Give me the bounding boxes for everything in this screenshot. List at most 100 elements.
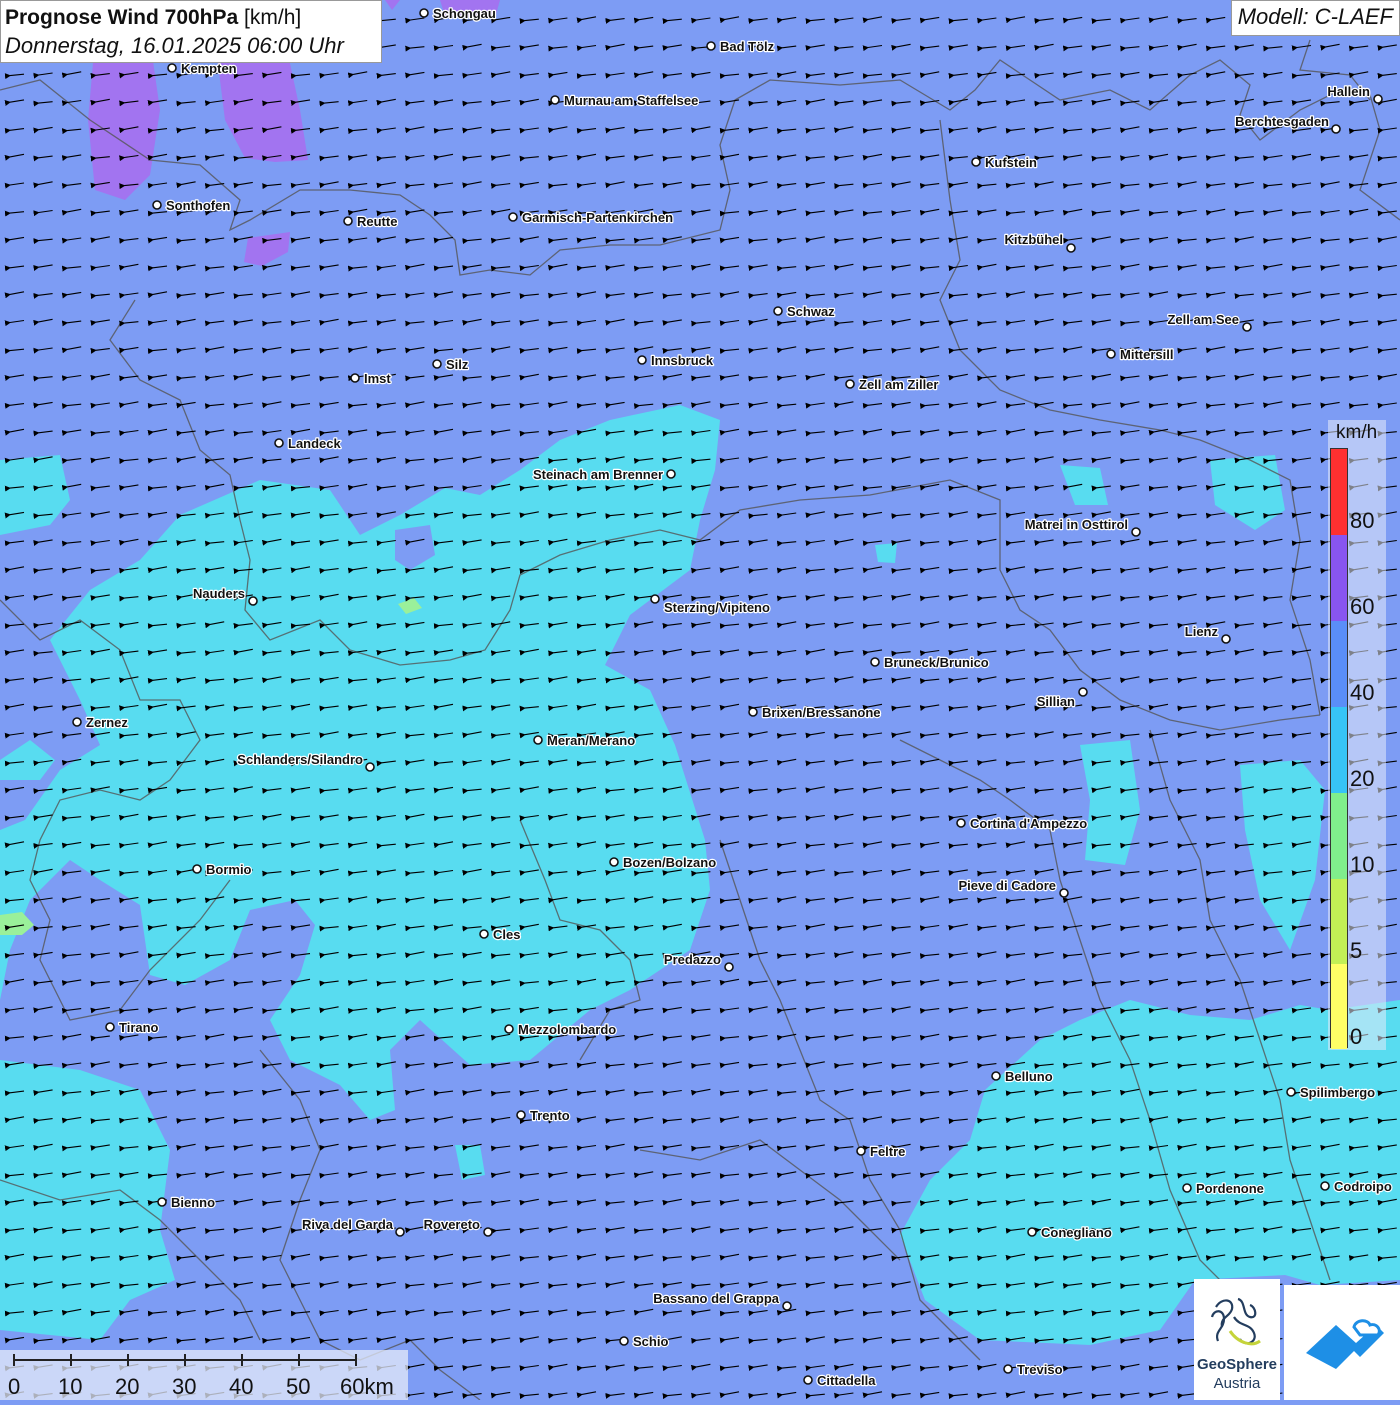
svg-text:Feltre: Feltre <box>870 1144 905 1159</box>
geosphere-emblem-icon <box>1210 1297 1261 1346</box>
scale-label-40: 40 <box>229 1374 254 1399</box>
svg-text:Conegliano: Conegliano <box>1041 1225 1112 1240</box>
legend-tick-10: 10 <box>1350 852 1375 877</box>
svg-text:Lienz: Lienz <box>1185 624 1219 639</box>
svg-text:Spilimbergo: Spilimbergo <box>1300 1085 1375 1100</box>
svg-text:Kufstein: Kufstein <box>985 155 1037 170</box>
city-bozen: Bozen/Bolzano <box>609 854 717 871</box>
svg-text:Berchtesgaden: Berchtesgaden <box>1235 114 1329 129</box>
legend-unit: km/h <box>1336 422 1378 443</box>
svg-text:Codroipo: Codroipo <box>1334 1179 1392 1194</box>
svg-text:Brixen/Bressanone: Brixen/Bressanone <box>762 705 881 720</box>
svg-text:Steinach am Brenner: Steinach am Brenner <box>533 467 663 482</box>
city-pordenone: Pordenone <box>1182 1180 1265 1197</box>
scale-label-20: 20 <box>115 1374 140 1399</box>
svg-text:Pordenone: Pordenone <box>1196 1181 1264 1196</box>
svg-text:Zell am Ziller: Zell am Ziller <box>859 377 938 392</box>
svg-text:Treviso: Treviso <box>1017 1362 1063 1377</box>
svg-text:Bormio: Bormio <box>206 862 252 877</box>
map-title-box: Prognose Wind 700hPa [km/h] Donnerstag, … <box>0 0 382 63</box>
color-legend: km/h 80 60 40 20 10 5 0 <box>1328 420 1386 1050</box>
svg-text:Tirano: Tirano <box>119 1020 159 1035</box>
svg-text:Kempten: Kempten <box>181 61 237 76</box>
legend-band-10-20 <box>1331 793 1347 879</box>
city-zell-am-ziller: Zell am Ziller <box>845 376 940 393</box>
city-spilimbergo: Spilimbergo <box>1286 1084 1376 1101</box>
partner-logo <box>1284 1285 1400 1400</box>
scale-label-10: 10 <box>58 1374 83 1399</box>
legend-tick-80: 80 <box>1350 508 1375 533</box>
geosphere-country: Austria <box>1213 1375 1261 1392</box>
city-meran: Meran/Merano <box>533 732 636 749</box>
city-garmisch: Garmisch-Partenkirchen <box>508 209 674 226</box>
svg-text:Schongau: Schongau <box>433 6 496 21</box>
svg-text:Cles: Cles <box>493 927 520 942</box>
svg-text:Predazzo: Predazzo <box>664 952 721 967</box>
title-main: Prognose Wind 700hPa <box>5 6 239 29</box>
svg-text:Mezzolombardo: Mezzolombardo <box>518 1022 616 1037</box>
city-conegliano: Conegliano <box>1027 1224 1113 1241</box>
svg-text:Pieve di Cadore: Pieve di Cadore <box>958 878 1056 893</box>
city-mezzolombardo: Mezzolombardo <box>504 1021 617 1038</box>
legend-band-80-plus <box>1331 449 1347 535</box>
city-brixen: Brixen/Bressanone <box>748 704 882 721</box>
svg-text:Garmisch-Partenkirchen: Garmisch-Partenkirchen <box>522 210 673 225</box>
svg-text:Reutte: Reutte <box>357 214 397 229</box>
svg-text:Schlanders/Silandro: Schlanders/Silandro <box>237 752 363 767</box>
geosphere-logo: GeoSphere Austria <box>1194 1279 1280 1400</box>
forecast-datetime: Donnerstag, 16.01.2025 06:00 Uhr <box>5 33 344 58</box>
svg-text:Innsbruck: Innsbruck <box>651 353 714 368</box>
legend-tick-60: 60 <box>1350 594 1375 619</box>
legend-band-5-10 <box>1331 879 1347 964</box>
legend-tick-5: 5 <box>1350 938 1363 963</box>
legend-band-60-80 <box>1331 535 1347 621</box>
svg-text:Bienno: Bienno <box>171 1195 215 1210</box>
city-bruneck: Bruneck/Brunico <box>870 654 990 671</box>
svg-text:Belluno: Belluno <box>1005 1069 1053 1084</box>
legend-band-40-60 <box>1331 621 1347 707</box>
wind-area-20-40-small-2 <box>875 543 897 563</box>
legend-tick-20: 20 <box>1350 766 1375 791</box>
legend-band-0-5 <box>1331 964 1347 1049</box>
svg-text:Cittadella: Cittadella <box>817 1373 876 1388</box>
svg-text:Matrei in Osttirol: Matrei in Osttirol <box>1025 517 1128 532</box>
svg-text:Imst: Imst <box>364 371 391 386</box>
svg-text:Bassano del Grappa: Bassano del Grappa <box>653 1291 779 1306</box>
wind-map: Schongau Bad Tölz Kempten Murnau am Staf… <box>0 0 1400 1400</box>
geosphere-name: GeoSphere <box>1196 1356 1278 1373</box>
scale-bar-line <box>13 1354 357 1366</box>
svg-text:Schio: Schio <box>633 1334 668 1349</box>
scale-bar: 0 10 20 30 40 50 60km <box>0 1350 408 1400</box>
title-unit: [km/h] <box>244 6 302 29</box>
city-cortina: Cortina d'Ampezzo <box>956 815 1088 832</box>
svg-text:Sonthofen: Sonthofen <box>166 198 230 213</box>
svg-text:Schwaz: Schwaz <box>787 304 835 319</box>
cloud-mountain-icon <box>1306 1319 1384 1369</box>
legend-band-20-40 <box>1331 707 1347 793</box>
svg-text:Zell am See: Zell am See <box>1167 312 1239 327</box>
scale-label-0: 0 <box>8 1374 21 1399</box>
svg-text:Sillian: Sillian <box>1037 694 1075 709</box>
legend-tick-40: 40 <box>1350 680 1375 705</box>
svg-text:Meran/Merano: Meran/Merano <box>547 733 635 748</box>
svg-text:Murnau am Staffelsee: Murnau am Staffelsee <box>564 93 698 108</box>
svg-text:Zernez: Zernez <box>86 715 128 730</box>
scale-label-30: 30 <box>172 1374 197 1399</box>
city-steinach: Steinach am Brenner <box>532 466 676 483</box>
scale-label-50: 50 <box>286 1374 311 1399</box>
legend-colorbar <box>1330 448 1348 1049</box>
svg-text:Kitzbühel: Kitzbühel <box>1005 232 1064 247</box>
svg-text:Silz: Silz <box>446 357 469 372</box>
svg-text:Cortina d'Ampezzo: Cortina d'Ampezzo <box>970 816 1087 831</box>
svg-text:Nauders: Nauders <box>193 586 245 601</box>
svg-text:Sterzing/Vipiteno: Sterzing/Vipiteno <box>664 600 770 615</box>
svg-text:Hallein: Hallein <box>1327 84 1370 99</box>
svg-text:Trento: Trento <box>530 1108 570 1123</box>
svg-text:Landeck: Landeck <box>288 436 342 451</box>
svg-text:Rovereto: Rovereto <box>424 1217 480 1232</box>
map-title: Prognose Wind 700hPa [km/h] <box>5 4 377 32</box>
city-murnau: Murnau am Staffelsee <box>550 92 700 109</box>
svg-text:Bad Tölz: Bad Tölz <box>720 39 775 54</box>
svg-text:Riva del Garda: Riva del Garda <box>302 1217 394 1232</box>
scale-label-60km: 60km <box>340 1374 394 1399</box>
